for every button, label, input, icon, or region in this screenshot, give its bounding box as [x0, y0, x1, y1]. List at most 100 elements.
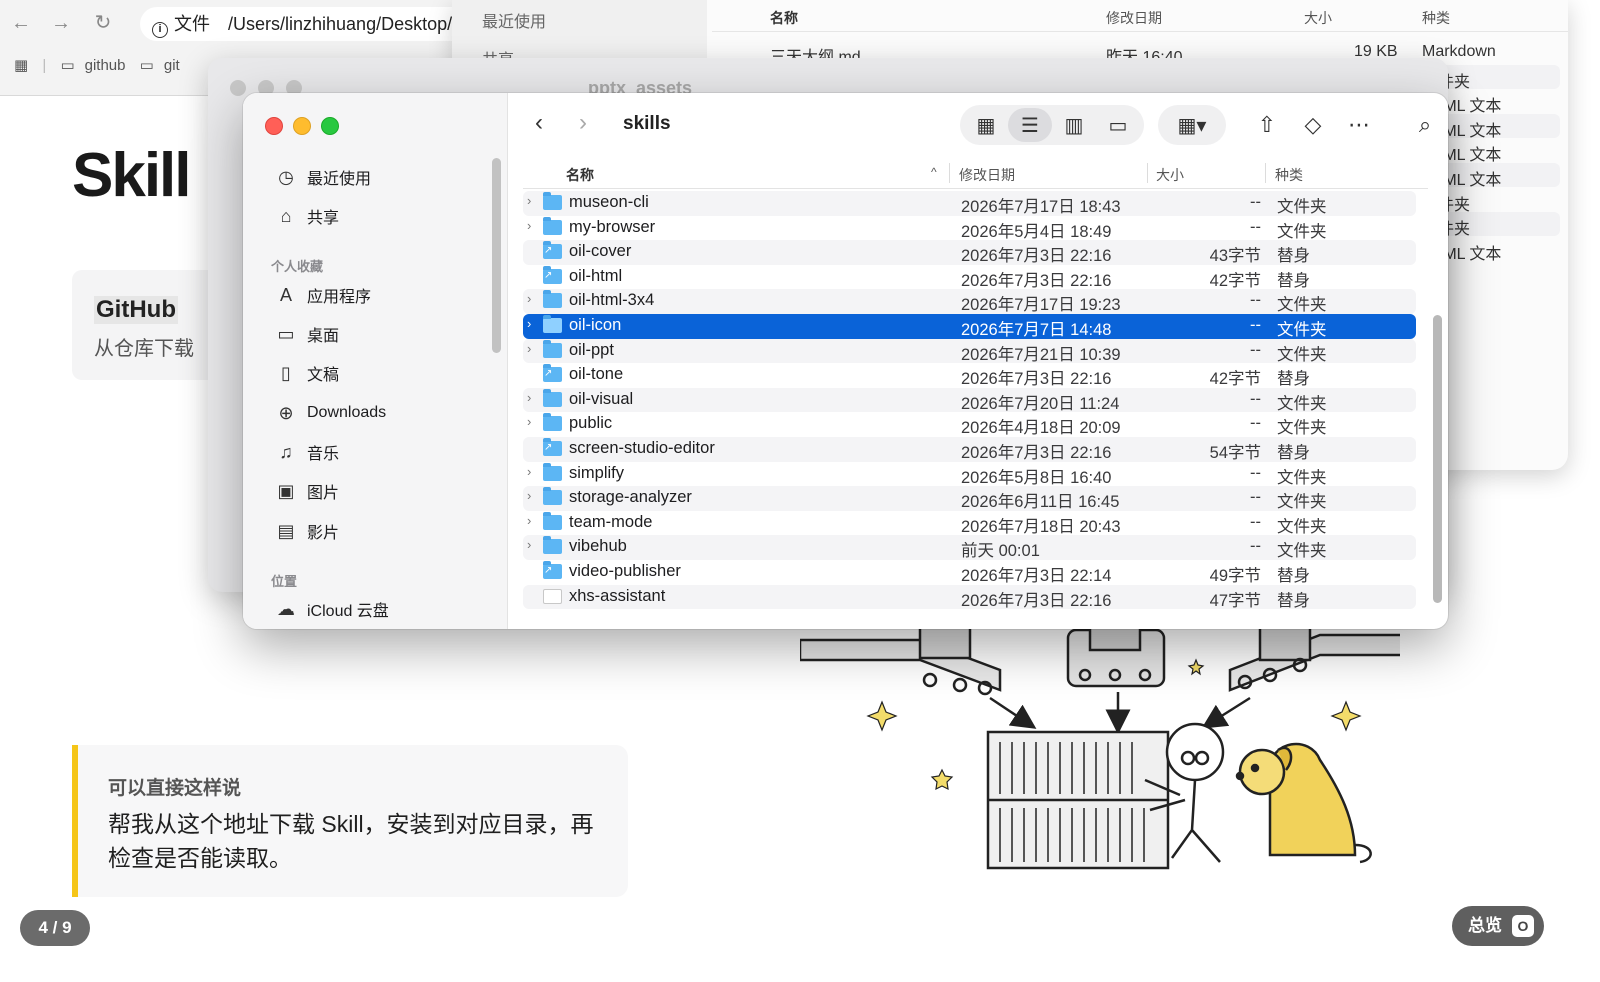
slide-title: Skill — [72, 141, 192, 210]
file-date: 2026年7月3日 22:16 — [961, 370, 1112, 389]
apps-grid-icon[interactable]: ▦ — [14, 57, 28, 74]
file-row[interactable]: › my-browser 2026年5月4日 18:49 -- 文件夹 — [523, 216, 1416, 241]
file-date: 2026年7月21日 10:39 — [961, 345, 1121, 364]
file-date: 2026年7月20日 11:24 — [961, 394, 1120, 413]
file-row[interactable]: › team-mode 2026年7月18日 20:43 -- 文件夹 — [523, 511, 1416, 536]
file-name: simplify — [569, 463, 625, 482]
disclosure-chevron-icon[interactable]: › — [527, 414, 541, 429]
file-date: 2026年6月11日 16:45 — [961, 493, 1120, 512]
sidebar-item-shared[interactable]: ⌂ 共享 — [273, 201, 339, 231]
folder-icon — [543, 462, 562, 481]
gallery-view-icon[interactable]: ▭ — [1096, 108, 1140, 142]
sidebar-item-documents[interactable]: ▯ 文稿 — [273, 358, 339, 388]
column-kind[interactable]: 种类 — [1422, 8, 1450, 28]
file-row[interactable]: › public 2026年4月18日 20:09 -- 文件夹 — [523, 412, 1416, 437]
sidebar-item-desktop[interactable]: ▭ 桌面 — [273, 319, 339, 349]
sidebar-item-music[interactable]: ♫ 音乐 — [273, 437, 339, 467]
overview-button[interactable]: 总览 O — [1452, 906, 1544, 946]
sidebar-item-applications[interactable]: A 应用程序 — [273, 280, 371, 310]
disclosure-chevron-icon[interactable]: › — [527, 291, 541, 306]
column-name[interactable]: 名称 — [770, 8, 798, 28]
sidebar-item-downloads[interactable]: ⊕ Downloads — [273, 398, 386, 428]
file-row[interactable]: oil-html 2026年7月3日 22:16 42字节替身 — [523, 265, 1416, 290]
group-by-menu[interactable]: ▦▾ — [1158, 105, 1226, 145]
file-name: museon-cli — [569, 193, 649, 211]
back-chevron-icon[interactable]: ‹ — [520, 105, 558, 143]
sidebar-item-recents[interactable]: ◷ 最近使用 — [273, 162, 371, 192]
more-options-icon[interactable]: ⋯ — [1338, 105, 1380, 145]
file-date: 2026年7月3日 22:16 — [961, 271, 1112, 290]
file-name: oil-cover — [569, 242, 632, 261]
download-icon: ⊕ — [278, 402, 294, 423]
disclosure-chevron-icon[interactable]: › — [527, 513, 541, 528]
file-row[interactable]: › vibehub 前天 00:01 -- 文件夹 — [523, 535, 1416, 560]
column-kind[interactable]: 种类 — [1275, 165, 1303, 185]
alias-icon — [543, 438, 562, 456]
close-button[interactable] — [265, 117, 283, 135]
back-arrow-icon[interactable]: ← — [8, 10, 34, 36]
search-icon[interactable]: ⌕ — [1404, 105, 1446, 145]
disclosure-chevron-icon[interactable]: › — [527, 341, 541, 356]
folder-icon — [543, 511, 562, 530]
reload-icon[interactable]: ↻ — [90, 10, 116, 36]
file-name: video-publisher — [569, 562, 681, 580]
file-row[interactable]: › oil-ppt 2026年7月21日 10:39 -- 文件夹 — [523, 338, 1416, 364]
list-view-icon[interactable]: ☰ — [1008, 108, 1052, 142]
sidebar-scrollbar[interactable] — [492, 158, 501, 353]
bookmark-git[interactable]: git — [164, 57, 180, 74]
folder-icon — [543, 339, 562, 358]
column-date[interactable]: 修改日期 — [959, 165, 1015, 185]
file-kind: 文件夹 — [1277, 419, 1327, 438]
sidebar-item-pictures[interactable]: ▣ 图片 — [273, 476, 339, 506]
file-name: xhs-assistant — [569, 586, 666, 605]
finder-window: ◷ 最近使用 ⌂ 共享 个人收藏 A 应用程序 ▭ 桌面 ▯ 文稿 ⊕ Down… — [243, 93, 1448, 629]
disclosure-chevron-icon[interactable]: › — [527, 488, 541, 503]
disclosure-chevron-icon[interactable]: › — [527, 316, 541, 331]
file-row[interactable]: › oil-visual 2026年7月20日 11:24 -- 文件夹 — [523, 387, 1416, 413]
disclosure-chevron-icon[interactable]: › — [527, 464, 541, 479]
disclosure-chevron-icon[interactable]: › — [527, 390, 541, 405]
icon-view-icon[interactable]: ▦ — [964, 108, 1008, 142]
tag-icon[interactable]: ◇ — [1292, 105, 1334, 145]
file-row[interactable]: › simplify 2026年5月8日 16:40 -- 文件夹 — [523, 462, 1416, 487]
file-row[interactable]: › museon-cli 2026年7月17日 18:43 -- 文件夹 — [523, 191, 1416, 216]
file-row[interactable]: oil-tone 2026年7月3日 22:16 42字节替身 — [523, 363, 1416, 388]
file-size: -- — [1250, 463, 1261, 482]
disclosure-chevron-icon[interactable]: › — [527, 218, 541, 233]
column-size[interactable]: 大小 — [1304, 8, 1332, 28]
sidebar-item-icloud[interactable]: ☁ iCloud 云盘 — [273, 594, 389, 624]
back-sidebar-recents[interactable]: 最近使用 — [482, 8, 546, 32]
file-name: oil-html-3x4 — [569, 291, 655, 310]
column-name[interactable]: 名称 — [566, 165, 594, 185]
zoom-button[interactable] — [321, 117, 339, 135]
file-list-scrollbar[interactable] — [1433, 315, 1442, 603]
share-icon[interactable]: ⇧ — [1246, 105, 1288, 145]
forward-chevron-icon[interactable]: › — [564, 105, 602, 143]
sidebar-item-movies[interactable]: ▤ 影片 — [273, 516, 339, 546]
alias-icon — [543, 561, 562, 579]
folder-icon — [543, 536, 562, 555]
bookmark-github[interactable]: github — [85, 57, 126, 74]
overview-shortcut-key: O — [1512, 915, 1534, 937]
address-bar[interactable]: i 文件/Users/linzhihuang/Desktop/ — [140, 7, 470, 41]
minimize-button[interactable] — [293, 117, 311, 135]
file-row[interactable]: xhs-assistant 2026年7月3日 22:16 47字节 替身 — [523, 584, 1416, 610]
file-size: -- — [1250, 414, 1261, 433]
file-row[interactable]: oil-cover 2026年7月3日 22:16 43字节替身 — [523, 240, 1416, 265]
page-indicator: 4 / 9 — [20, 910, 90, 946]
column-size[interactable]: 大小 — [1156, 165, 1184, 185]
forward-arrow-icon[interactable]: → — [48, 10, 74, 36]
column-view-icon[interactable]: ▥ — [1052, 108, 1096, 142]
file-row[interactable]: video-publisher 2026年7月3日 22:14 49字节替身 — [523, 560, 1416, 585]
disclosure-chevron-icon[interactable]: › — [527, 537, 541, 552]
desktop-icon: ▭ — [277, 323, 295, 344]
github-card-title: GitHub — [94, 296, 178, 324]
file-row[interactable]: › oil-icon 2026年7月7日 14:48 -- 文件夹 — [523, 314, 1416, 339]
conveyor-left-icon — [800, 620, 1002, 696]
file-row[interactable]: › oil-html-3x4 2026年7月17日 19:23 -- 文件夹 — [523, 289, 1416, 314]
column-date[interactable]: 修改日期 — [1106, 8, 1162, 28]
file-row[interactable]: › storage-analyzer 2026年6月11日 16:45 -- 文件夹 — [523, 486, 1416, 511]
file-name: screen-studio-editor — [569, 439, 715, 457]
disclosure-chevron-icon[interactable]: › — [527, 193, 541, 208]
file-row[interactable]: screen-studio-editor 2026年7月3日 22:16 54字节替… — [523, 437, 1416, 462]
